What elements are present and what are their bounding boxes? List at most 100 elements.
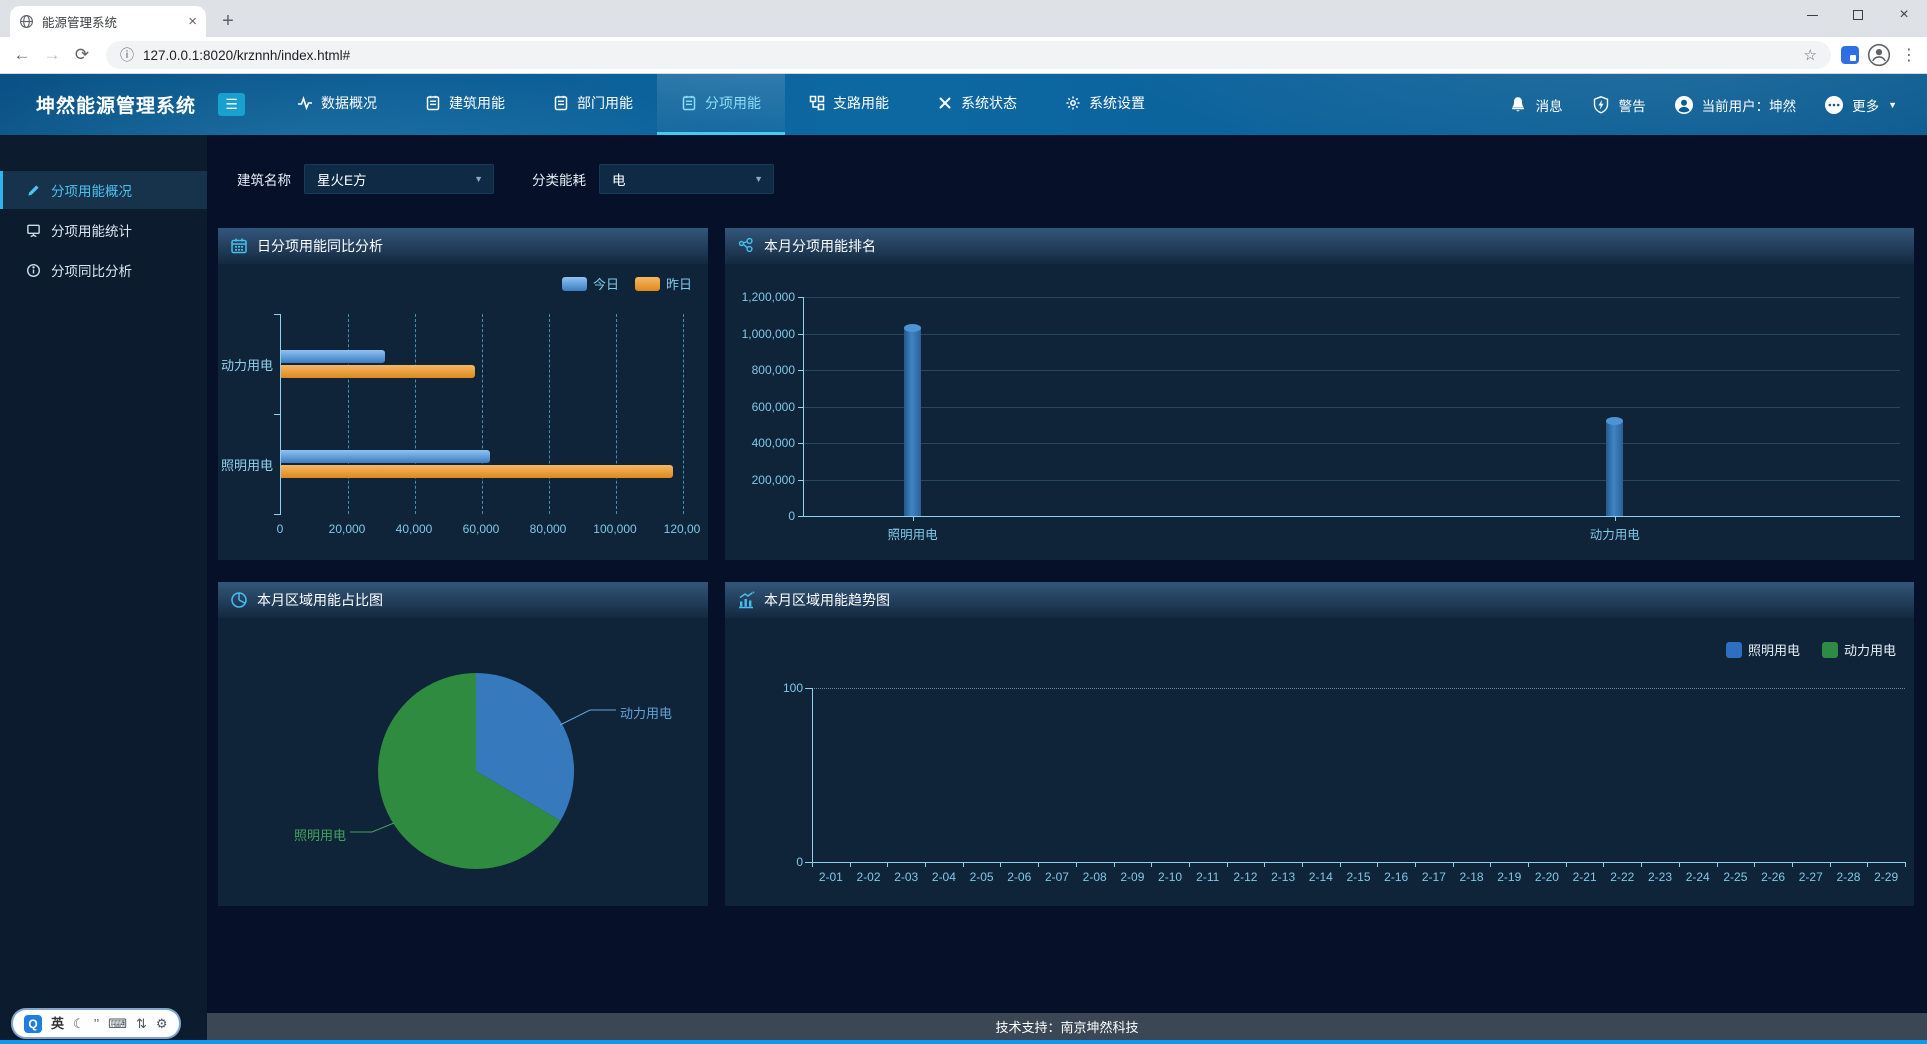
calendar-icon [230, 237, 248, 255]
extension-icon[interactable] [1841, 46, 1859, 64]
nav-item-支路用能[interactable]: 支路用能 [785, 74, 913, 135]
site-info-icon[interactable]: ⓘ [120, 45, 134, 65]
gridline [803, 407, 1900, 408]
nav-item-label: 支路用能 [833, 93, 889, 113]
bookmark-star-icon[interactable]: ☆ [1804, 46, 1817, 64]
x-tick-label: 2-22 [1610, 870, 1634, 884]
y-tick-label: 100 [773, 681, 803, 695]
x-tick-label: 2-14 [1309, 870, 1333, 884]
nav-item-分项用能[interactable]: 分项用能 [657, 74, 785, 135]
bar-plot [280, 314, 683, 514]
tab-close-icon[interactable]: × [188, 14, 197, 29]
pie-leader-line [350, 823, 394, 832]
toolbox-icon[interactable]: ⚙ [156, 1017, 168, 1030]
panel-header: 日分项用能同比分析 [218, 228, 708, 264]
legend-item-照明用电[interactable]: 照明用电 [1726, 640, 1800, 659]
messages-button[interactable]: 消息 [1508, 95, 1563, 115]
axis-tick [1076, 862, 1077, 867]
sogou-logo[interactable]: Q [24, 1015, 42, 1033]
category-label: 照明用电 [218, 455, 273, 474]
browser-profile-avatar[interactable] [1867, 43, 1891, 67]
back-button[interactable]: ← [8, 41, 36, 69]
panel-header: 本月区域用能占比图 [218, 582, 708, 618]
legend-label: 昨日 [666, 274, 692, 293]
messages-label: 消息 [1536, 95, 1563, 115]
nav-item-部门用能[interactable]: 部门用能 [529, 74, 657, 135]
energy-type-label: 分类能耗 [532, 169, 586, 189]
nav-item-数据概况[interactable]: 数据概况 [273, 74, 401, 135]
reload-button[interactable]: ⟳ [68, 41, 96, 69]
x-tick-label: 2-26 [1761, 870, 1785, 884]
address-bar[interactable]: ⓘ 127.0.0.1:8020/krznnh/index.html# ☆ [106, 41, 1831, 69]
y-axis-line [803, 297, 804, 516]
alerts-button[interactable]: 警告 [1591, 95, 1646, 115]
building-select[interactable]: 星火E方 ▼ [304, 164, 494, 194]
x-tick-label: 2-01 [819, 870, 843, 884]
x-tick-label: 20,000 [329, 522, 366, 536]
forward-button[interactable]: → [38, 41, 66, 69]
nav-item-建筑用能[interactable]: 建筑用能 [401, 74, 529, 135]
axis-tick [1603, 862, 1604, 867]
current-user-label: 当前用户：坤然 [1702, 95, 1797, 115]
gear-icon [1065, 95, 1081, 111]
sidebar-item-label: 分项用能概况 [51, 180, 132, 200]
panel-body: 0200,000400,000600,000800,0001,000,0001,… [725, 264, 1914, 560]
bar-今日-动力用电 [281, 350, 385, 363]
building-select-value: 星火E方 [317, 169, 367, 189]
chart-legend: 照明用电 动力用电 [1726, 640, 1896, 659]
axis-tick [1867, 862, 1868, 867]
keyboard-icon[interactable]: ⌨ [108, 1017, 127, 1030]
x-axis-line [812, 862, 1905, 863]
gridline [803, 370, 1900, 371]
nav-item-系统设置[interactable]: 系统设置 [1041, 74, 1169, 135]
bar-今日-照明用电 [281, 450, 490, 463]
more-button[interactable]: 更多▼ [1824, 95, 1897, 115]
legend-swatch [1726, 642, 1742, 658]
legend-item-今日[interactable]: 今日 [562, 274, 619, 293]
panel-body: 今日昨日动力用电照明用电020,00040,00060,00080,000100… [218, 264, 708, 560]
y-tick-label: 0 [773, 855, 803, 869]
x-tick-label: 2-28 [1836, 870, 1860, 884]
hamburger-menu-icon[interactable]: ☰ [218, 93, 245, 116]
browser-menu-icon[interactable]: ⋮ [1899, 45, 1919, 65]
gridline [482, 314, 483, 514]
y-tick-label: 400,000 [725, 436, 795, 450]
legend-item-昨日[interactable]: 昨日 [635, 274, 692, 293]
legend-item-动力用电[interactable]: 动力用电 [1822, 640, 1896, 659]
browser-tab[interactable]: 能源管理系统 × [10, 6, 206, 37]
status-icon [937, 95, 953, 111]
lang-mode-toggle[interactable]: 英 [51, 1017, 64, 1030]
axis-tick [805, 688, 812, 689]
energy-select[interactable]: 电 ▼ [599, 164, 774, 194]
current-user[interactable]: 当前用户：坤然 [1674, 95, 1797, 115]
window-close-button[interactable]: × [1881, 0, 1927, 30]
clipboard-icon [553, 95, 569, 111]
axis-tick [1615, 516, 1616, 521]
ime-toolbar: Q英 ☾ ’’ ⌨ ⇅ ⚙ [13, 1010, 179, 1037]
x-tick-label: 2-12 [1233, 870, 1257, 884]
y-tick-label: 1,200,000 [725, 290, 795, 304]
nav-item-系统状态[interactable]: 系统状态 [913, 74, 1041, 135]
clipboard-icon [425, 95, 441, 111]
window-minimize-button[interactable] [1789, 0, 1835, 30]
legend-swatch [635, 277, 660, 291]
axis-tick [1641, 862, 1642, 867]
window-maximize-button[interactable] [1835, 0, 1881, 30]
text-direction-icon[interactable]: ⇅ [136, 1017, 147, 1030]
sidebar-item-分项用能概况[interactable]: 分项用能概况 [0, 171, 207, 209]
new-tab-button[interactable]: + [214, 7, 242, 35]
punctuation-icon[interactable]: ’’ [94, 1017, 100, 1030]
filter-bar: 建筑名称 星火E方 ▼ 分类能耗 电 ▼ [218, 159, 1914, 199]
legend-swatch [1822, 642, 1838, 658]
sidebar-item-分项同比分析[interactable]: 分项同比分析 [0, 251, 207, 289]
more-label: 更多 [1852, 95, 1879, 115]
gridline [803, 334, 1900, 335]
axis-tick [274, 514, 281, 515]
gridline [683, 314, 684, 514]
axis-tick [1830, 862, 1831, 867]
axis-tick [1679, 862, 1680, 867]
branch-icon [809, 95, 825, 111]
gridline [803, 480, 1900, 481]
sidebar-item-分项用能统计[interactable]: 分项用能统计 [0, 211, 207, 249]
moon-icon[interactable]: ☾ [73, 1017, 85, 1030]
